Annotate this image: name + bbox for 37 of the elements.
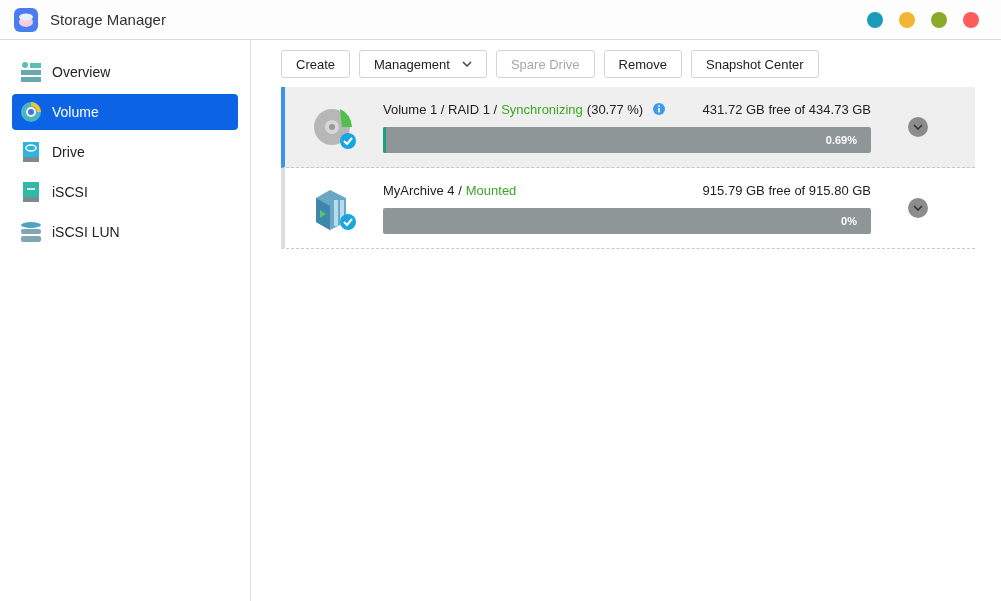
capacity-text: 915.79 GB free of 915.80 GB	[702, 182, 871, 198]
toolbar-button[interactable]: Remove	[603, 50, 682, 78]
sync-progress-text: (30.77 %)	[586, 101, 644, 117]
sidebar-item[interactable]: Overview	[12, 54, 238, 90]
expand-button[interactable]	[908, 117, 928, 137]
caret-icon	[461, 61, 472, 67]
pie-chart-icon	[20, 101, 42, 123]
window-control-button[interactable]	[963, 11, 979, 28]
toolbar-button[interactable]: Create	[281, 50, 351, 78]
sidebar-item[interactable]: Drive	[12, 134, 238, 170]
sidebar-item[interactable]: iSCSI	[12, 174, 238, 210]
window-control-button[interactable]	[867, 11, 883, 28]
window-title: Storage Manager	[50, 11, 167, 28]
volume-status: Synchronizing	[501, 101, 583, 117]
toolbar-button[interactable]: Management	[359, 50, 487, 78]
window-control-button[interactable]	[899, 11, 915, 28]
drive-icon	[20, 181, 42, 203]
chevron-down-icon	[913, 124, 923, 130]
volume-row[interactable]: MyArchive 4 / Mounted 915.79 GB free of 915.80 GB 0%	[281, 168, 975, 249]
sidebar-item[interactable]: iSCSI LUN	[12, 214, 238, 250]
app-icon	[14, 7, 38, 32]
volume-row[interactable]: Volume 1 / RAID 1 / Synchronizing (30.77 %) 431.72 GB free of 434.73 GB 0.69%	[281, 87, 975, 168]
usage-percent: 0%	[841, 214, 857, 227]
capacity-text: 431.72 GB free of 434.73 GB	[702, 101, 871, 117]
expand-button[interactable]	[908, 198, 928, 218]
volume-title: Volume 1 / RAID 1 /	[383, 101, 498, 117]
volume-status: Mounted	[465, 182, 517, 198]
usage-percent: 0.69%	[825, 133, 857, 146]
sidebar-item[interactable]: Volume	[12, 94, 238, 130]
info-icon[interactable]	[653, 103, 666, 115]
list-icon	[20, 61, 42, 83]
toolbar-button[interactable]: Snapshot Center	[691, 50, 819, 78]
volume-title: MyArchive 4 /	[383, 182, 462, 198]
database-icon	[20, 221, 42, 243]
window-control-button[interactable]	[931, 11, 947, 28]
chevron-down-icon	[913, 205, 923, 211]
drive-icon	[20, 141, 42, 163]
